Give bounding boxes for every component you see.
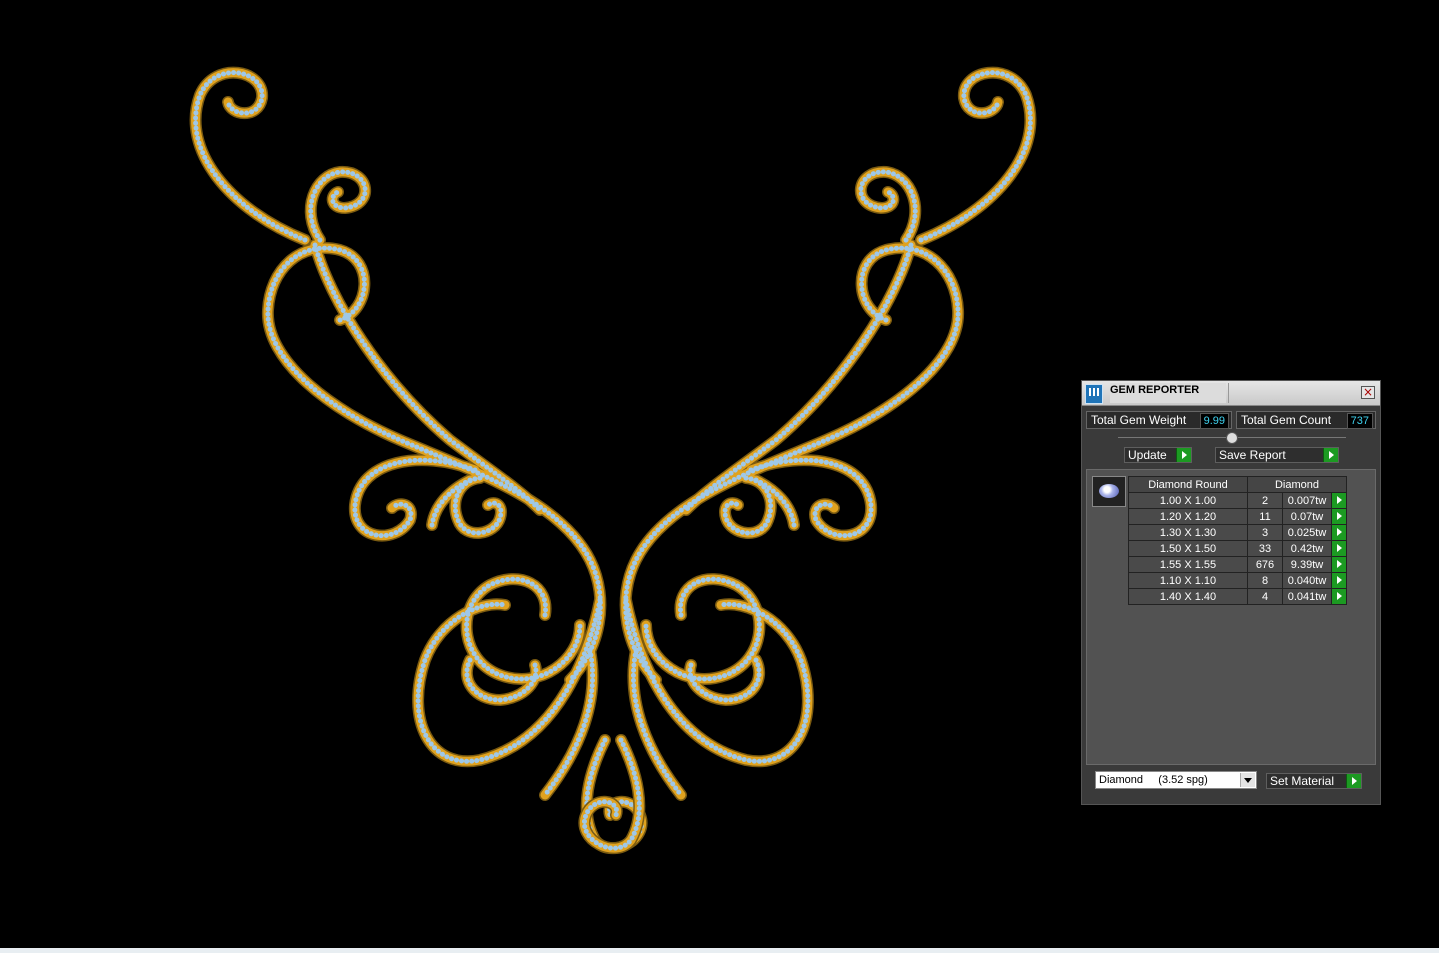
chevron-down-icon[interactable]	[1240, 773, 1255, 787]
set-material-button[interactable]: Set Material	[1266, 773, 1362, 789]
select-row-arrow-icon[interactable]	[1331, 540, 1347, 557]
save-report-button-label: Save Report	[1219, 448, 1286, 462]
gem-count: 3	[1247, 524, 1283, 541]
gem-weight: 0.040tw	[1282, 572, 1332, 589]
select-row-arrow-icon[interactable]	[1331, 508, 1347, 525]
gem-size: 1.55 X 1.55	[1128, 556, 1248, 573]
gem-count: 2	[1247, 492, 1283, 509]
table-header-row: Diamond Round Diamond	[1128, 476, 1347, 493]
total-gem-count-label: Total Gem Count	[1241, 413, 1332, 427]
total-gem-weight: Total Gem Weight 9.99	[1086, 411, 1232, 429]
title-divider	[1228, 383, 1229, 403]
total-gem-weight-value: 9.99	[1199, 413, 1229, 429]
table-row: 1.40 X 1.40 4 0.041tw	[1128, 588, 1347, 605]
play-arrow-icon	[1346, 774, 1361, 788]
status-bar-edge	[0, 948, 1439, 953]
gem-count: 8	[1247, 572, 1283, 589]
update-button-label: Update	[1128, 448, 1167, 462]
gem-weight: 0.041tw	[1282, 588, 1332, 605]
gem-count: 33	[1247, 540, 1283, 557]
gem-reporter-titlebar[interactable]: GEM REPORTER ×	[1082, 381, 1380, 406]
gem-table: Diamond Round Diamond 1.00 X 1.00 2 0.00…	[1128, 476, 1347, 605]
table-row: 1.50 X 1.50 33 0.42tw	[1128, 540, 1347, 557]
select-row-arrow-icon[interactable]	[1331, 492, 1347, 509]
gem-weight: 0.42tw	[1282, 540, 1332, 557]
gem-weight: 0.007tw	[1282, 492, 1332, 509]
gem-weight: 0.025tw	[1282, 524, 1332, 541]
diamond-thumbnail-icon[interactable]	[1092, 476, 1126, 507]
column-header-shape: Diamond Round	[1128, 476, 1248, 493]
gem-size: 1.40 X 1.40	[1128, 588, 1248, 605]
gem-count: 4	[1247, 588, 1283, 605]
material-select-value: Diamond (3.52 spg)	[1099, 774, 1208, 786]
material-select[interactable]: Diamond (3.52 spg)	[1095, 771, 1257, 789]
gem-reporter-panel: GEM REPORTER × Total Gem Weight 9.99 Tot…	[1081, 380, 1381, 805]
gem-reporter-icon	[1085, 384, 1103, 404]
select-row-arrow-icon[interactable]	[1331, 524, 1347, 541]
table-row: 1.55 X 1.55 676 9.39tw	[1128, 556, 1347, 573]
total-gem-weight-label: Total Gem Weight	[1091, 413, 1187, 427]
close-icon[interactable]: ×	[1361, 386, 1375, 399]
panel-splitter-handle[interactable]	[1226, 432, 1238, 444]
gem-size: 1.30 X 1.30	[1128, 524, 1248, 541]
table-row: 1.30 X 1.30 3 0.025tw	[1128, 524, 1347, 541]
play-arrow-icon	[1176, 448, 1191, 462]
total-gem-count: Total Gem Count 737	[1236, 411, 1376, 429]
set-material-button-label: Set Material	[1270, 774, 1335, 788]
gem-size: 1.10 X 1.10	[1128, 572, 1248, 589]
select-row-arrow-icon[interactable]	[1331, 588, 1347, 605]
gem-count: 676	[1247, 556, 1283, 573]
gem-size: 1.20 X 1.20	[1128, 508, 1248, 525]
panel-title: GEM REPORTER	[1110, 383, 1226, 403]
gem-list-area: Diamond Round Diamond 1.00 X 1.00 2 0.00…	[1086, 469, 1376, 765]
select-row-arrow-icon[interactable]	[1331, 556, 1347, 573]
gem-size: 1.00 X 1.00	[1128, 492, 1248, 509]
gem-size: 1.50 X 1.50	[1128, 540, 1248, 557]
save-report-button[interactable]: Save Report	[1215, 447, 1339, 463]
table-row: 1.00 X 1.00 2 0.007tw	[1128, 492, 1347, 509]
gem-weight: 9.39tw	[1282, 556, 1332, 573]
play-arrow-icon	[1323, 448, 1338, 462]
gem-weight: 0.07tw	[1282, 508, 1332, 525]
column-header-material: Diamond	[1247, 476, 1347, 493]
table-row: 1.20 X 1.20 11 0.07tw	[1128, 508, 1347, 525]
table-row: 1.10 X 1.10 8 0.040tw	[1128, 572, 1347, 589]
gem-count: 11	[1247, 508, 1283, 525]
total-gem-count-value: 737	[1346, 413, 1373, 429]
select-row-arrow-icon[interactable]	[1331, 572, 1347, 589]
update-button[interactable]: Update	[1124, 447, 1192, 463]
